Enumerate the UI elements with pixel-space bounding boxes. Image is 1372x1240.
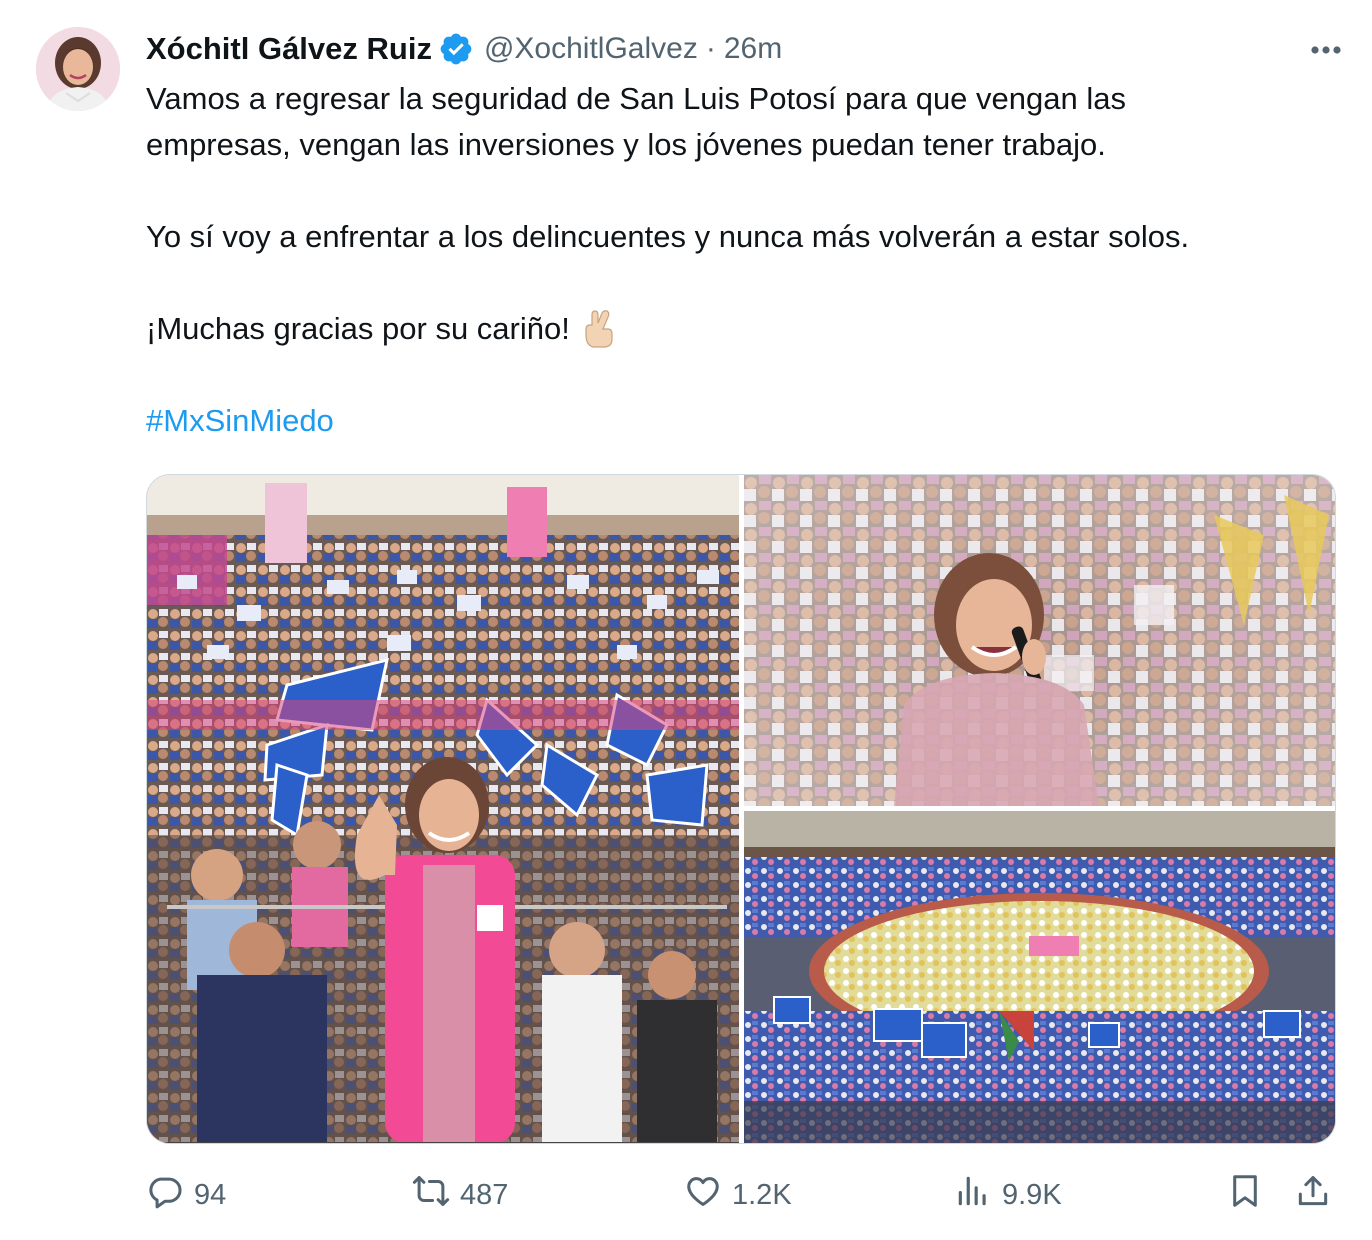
rally-photo-selfie[interactable] — [147, 475, 739, 1143]
like-button[interactable]: 1.2K — [684, 1170, 792, 1220]
share-icon — [1294, 1172, 1332, 1218]
bookmark-button[interactable] — [1226, 1170, 1264, 1220]
retweet-button[interactable]: 487 — [412, 1170, 508, 1220]
media-grid — [146, 474, 1336, 1144]
tweet-line: Yo sí voy a enfrentar a los delincuentes… — [146, 219, 1190, 254]
views-count: 9.9K — [1002, 1178, 1062, 1211]
rally-photo-arena[interactable] — [744, 811, 1335, 1143]
tweet-action-bar: 94 487 1.2K 9.9K — [146, 1170, 1336, 1220]
tweet-timestamp[interactable]: 26m — [724, 32, 782, 66]
heart-icon — [684, 1172, 722, 1218]
tweet-line-with-emoji: ¡Muchas gracias por su cariño! — [146, 306, 1346, 352]
rally-photo-speaking[interactable] — [744, 475, 1335, 806]
tweet-line: ¡Muchas gracias por su cariño! — [146, 311, 570, 346]
retweet-count: 487 — [460, 1178, 509, 1211]
reply-icon — [146, 1172, 184, 1218]
more-horizontal-icon[interactable] — [1306, 32, 1346, 68]
avatar[interactable] — [36, 27, 120, 111]
views-bar-icon — [954, 1172, 992, 1218]
separator-dot: · — [705, 32, 716, 65]
bookmark-icon — [1226, 1172, 1264, 1218]
hashtag-link[interactable]: #MxSinMiedo — [146, 403, 334, 438]
tweet-line: Vamos a regresar la seguridad de San Lui… — [146, 81, 1126, 116]
verified-badge-icon[interactable] — [438, 31, 474, 67]
crossed-fingers-emoji — [582, 309, 616, 349]
retweet-icon — [412, 1172, 450, 1218]
share-button[interactable] — [1294, 1170, 1332, 1220]
reply-button[interactable]: 94 — [146, 1170, 226, 1220]
reply-count: 94 — [194, 1178, 227, 1211]
views-button[interactable]: 9.9K — [954, 1170, 1062, 1220]
author-name[interactable]: Xóchitl Gálvez Ruiz — [146, 31, 432, 67]
tweet-text: Vamos a regresar la seguridad de San Lui… — [146, 76, 1346, 444]
tweet-line: empresas, vengan las inversiones y los j… — [146, 127, 1106, 162]
like-count: 1.2K — [732, 1178, 792, 1211]
tweet-header: Xóchitl Gálvez Ruiz @XochitlGalvez · 26m — [146, 26, 782, 72]
author-handle[interactable]: @XochitlGalvez — [484, 32, 698, 66]
